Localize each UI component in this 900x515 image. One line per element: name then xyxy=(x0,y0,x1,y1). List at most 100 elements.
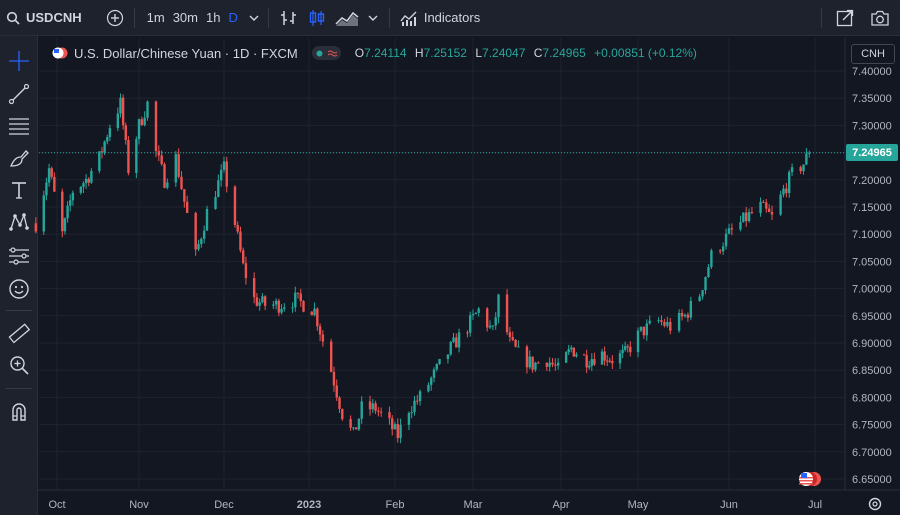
candle-body xyxy=(645,323,649,336)
candle-body xyxy=(762,201,765,203)
us-flag-icon xyxy=(799,472,821,486)
candle-body xyxy=(747,212,751,222)
candle-body xyxy=(163,164,166,188)
candle-body xyxy=(396,424,399,439)
candle-body xyxy=(537,362,540,364)
candle-body xyxy=(418,391,422,402)
candle-body xyxy=(689,300,693,318)
chart-legend: U.S. Dollar/Chinese Yuan · 1D · FXCM O7.… xyxy=(52,44,702,62)
candle-body xyxy=(805,153,808,165)
candle-body xyxy=(116,113,120,129)
candle-body xyxy=(316,308,319,327)
candle-body xyxy=(600,351,604,365)
candle-body xyxy=(263,296,267,306)
candle-body xyxy=(239,231,242,251)
candle-body xyxy=(50,168,53,177)
candle-body xyxy=(393,424,397,430)
candle-body xyxy=(588,365,591,368)
candle-body xyxy=(488,325,492,328)
gear-icon[interactable] xyxy=(868,497,882,511)
candle-body xyxy=(505,294,509,333)
candle-body xyxy=(160,155,163,165)
candle-body xyxy=(548,362,551,367)
price-tick-label: 6.90000 xyxy=(852,338,892,350)
candle-body xyxy=(497,294,500,318)
candle-body xyxy=(274,300,278,305)
candle-body xyxy=(272,304,275,306)
candle-body xyxy=(53,176,56,192)
candle-body xyxy=(318,326,322,335)
price-tick-label: 6.65000 xyxy=(852,474,892,486)
candle-body xyxy=(430,377,433,385)
candle-body xyxy=(585,355,588,368)
candle-body xyxy=(727,228,731,234)
time-axis: Oct Nov Dec 2023 Feb Mar Apr May Jun Jul xyxy=(48,499,822,511)
candle-body xyxy=(494,317,497,326)
candle-body xyxy=(352,427,355,429)
price-tick-label: 6.80000 xyxy=(852,392,892,404)
candle-body xyxy=(567,349,570,353)
candle-body xyxy=(730,228,734,230)
candle-body xyxy=(294,292,297,308)
candle-body xyxy=(452,337,455,342)
candle-body xyxy=(471,313,475,316)
candle-body xyxy=(785,188,788,194)
candle-body xyxy=(280,308,283,313)
candle-body xyxy=(214,197,217,209)
candle-body xyxy=(531,356,534,370)
candle-body xyxy=(66,205,69,219)
candle-body xyxy=(438,358,441,365)
candle-body xyxy=(606,360,609,362)
candle-body xyxy=(277,300,281,313)
price-axis: 7.400007.350007.300007.250007.200007.150… xyxy=(852,66,892,486)
data-delay-icon xyxy=(327,50,337,56)
candle-body xyxy=(782,188,785,195)
candle-body xyxy=(623,346,627,350)
candle-body xyxy=(765,202,768,209)
candle-body xyxy=(42,195,45,232)
candle-body xyxy=(87,178,90,183)
candle-body xyxy=(572,347,576,357)
currency-button[interactable]: CNH xyxy=(851,44,895,64)
candle-body xyxy=(618,353,622,364)
candle-body xyxy=(299,293,302,301)
market-status-pill[interactable] xyxy=(311,46,341,60)
candle-body xyxy=(739,222,742,230)
price-tick-label: 6.85000 xyxy=(852,365,892,377)
open-label: O xyxy=(354,46,365,60)
candle-body xyxy=(551,362,554,365)
candle-body xyxy=(241,250,245,264)
candle-body xyxy=(69,200,72,206)
open-value: 7.24114 xyxy=(364,46,407,60)
ohlc-values: O7.24114 H7.25152 L7.24047 C7.24965 +0.0… xyxy=(355,46,702,60)
candle-body xyxy=(698,296,701,301)
candle-body xyxy=(135,139,138,173)
candle-body xyxy=(590,359,593,366)
price-tick-label: 6.75000 xyxy=(852,420,892,432)
candle-body xyxy=(724,233,728,247)
candle-body xyxy=(608,360,611,362)
price-chart[interactable]: 7.400007.350007.300007.250007.200007.150… xyxy=(0,0,900,515)
candle-body xyxy=(332,371,336,386)
candle-body xyxy=(194,212,197,250)
high-value: 7.25152 xyxy=(423,46,467,60)
last-price-label: 7.24965 xyxy=(846,144,898,161)
candle-body xyxy=(466,332,469,334)
candle-body xyxy=(261,296,264,303)
candle-body xyxy=(329,341,333,372)
price-tick-label: 7.35000 xyxy=(852,93,892,105)
candle-body xyxy=(374,403,377,411)
candle-body xyxy=(474,312,478,314)
candle-body xyxy=(225,161,228,187)
time-tick-label: Mar xyxy=(464,499,483,511)
candle-body xyxy=(174,154,178,183)
candle-body xyxy=(183,189,186,202)
candle-body xyxy=(455,337,458,348)
candles xyxy=(34,93,811,444)
candle-body xyxy=(119,97,122,114)
candle-body xyxy=(103,141,106,153)
candle-body xyxy=(71,192,75,201)
candle-body xyxy=(236,224,239,232)
candle-body xyxy=(508,332,512,338)
candle-body xyxy=(205,208,209,231)
